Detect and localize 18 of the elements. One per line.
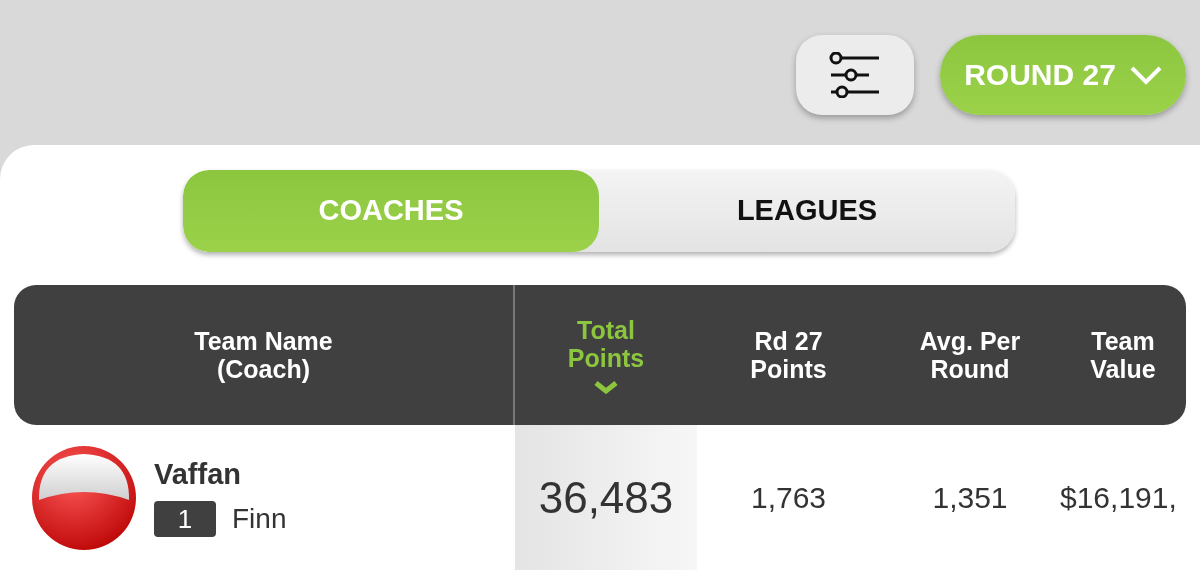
filter-button[interactable]: [796, 35, 914, 115]
coach-name: Finn: [232, 503, 287, 536]
team-name: Vaffan: [154, 458, 243, 492]
column-header[interactable]: Rd 27 Points: [750, 327, 827, 384]
rank-label: 1: [154, 501, 216, 538]
table-cell: $16,191,: [1060, 480, 1177, 515]
avatar-ball-icon: [30, 443, 138, 552]
column-header[interactable]: Avg. Per Round: [919, 327, 1021, 384]
column-header[interactable]: Total Points: [567, 316, 645, 373]
table-cell: 1,763: [750, 480, 827, 515]
tab[interactable]: LEAGUES: [599, 170, 1015, 252]
column-header[interactable]: Team Value: [1090, 327, 1156, 384]
sliders-icon: [829, 52, 881, 98]
column-header[interactable]: Team Name (Coach): [194, 327, 333, 384]
table-cell: 36,483: [538, 472, 674, 523]
sort-chevron-icon: [593, 380, 619, 395]
chevron-down-icon: [1129, 65, 1162, 85]
table-cell: 1,351: [932, 480, 1008, 515]
